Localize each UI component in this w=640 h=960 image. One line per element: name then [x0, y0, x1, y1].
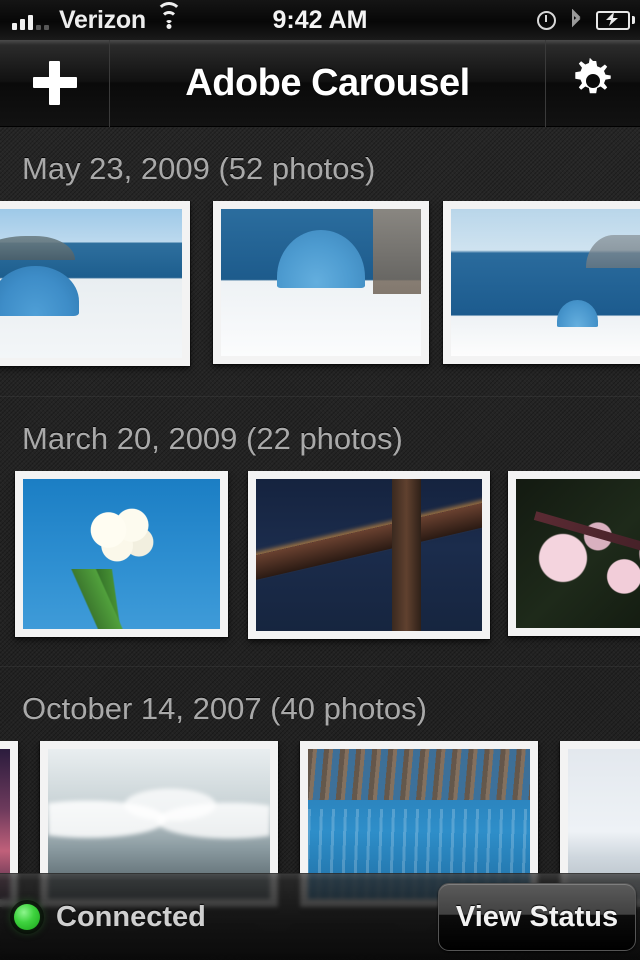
settings-button[interactable]: [545, 39, 640, 127]
photo-group: March 20, 2009 (22 photos): [0, 396, 640, 666]
photo-thumbnail[interactable]: [248, 471, 490, 639]
gear-icon: [570, 57, 616, 109]
plumeria-flower-image: [23, 479, 220, 629]
santorini-dome-close-image: [221, 209, 421, 356]
photo-thumbnail[interactable]: [15, 471, 228, 637]
bottom-toolbar: Connected View Status: [0, 873, 640, 960]
photo-group: May 23, 2009 (52 photos): [0, 127, 640, 396]
alarm-clock-icon: [537, 10, 556, 30]
wifi-icon: [155, 2, 182, 30]
plus-icon: [32, 61, 77, 105]
photo-thumbnail[interactable]: [0, 201, 190, 366]
status-bar-left: Verizon: [0, 2, 182, 35]
battery-charging-icon: [596, 10, 635, 30]
photo-group-header: March 20, 2009 (22 photos): [22, 421, 403, 456]
page-title: Adobe Carousel: [185, 62, 470, 104]
status-bar: Verizon 9:42 AM: [0, 0, 640, 40]
add-button[interactable]: [0, 39, 110, 127]
photo-thumbnail[interactable]: [443, 201, 640, 364]
photo-strip[interactable]: [0, 471, 640, 666]
santorini-domes-wide-image: [0, 209, 182, 358]
cherry-blossoms-image: [516, 479, 640, 628]
photo-thumbnail[interactable]: [213, 201, 429, 364]
status-led-icon: [14, 904, 40, 930]
carrier-label: Verizon: [59, 5, 146, 34]
photo-group-header: October 14, 2007 (40 photos): [22, 691, 427, 726]
navigation-bar: Adobe Carousel: [0, 39, 640, 127]
app-root: Verizon 9:42 AM Adobe Carousel May 23, 2…: [0, 0, 640, 960]
photo-thumbnail[interactable]: [508, 471, 640, 636]
status-bar-right: [537, 0, 635, 40]
clock-time: 9:42 AM: [272, 5, 368, 34]
photo-strip[interactable]: [0, 201, 640, 396]
signal-bars-icon: [12, 10, 49, 30]
santorini-caldera-view-image: [451, 209, 640, 356]
view-status-button[interactable]: View Status: [438, 883, 636, 951]
photo-collection-list[interactable]: May 23, 2009 (52 photos) March 20, 2009 (…: [0, 127, 640, 960]
bluetooth-icon: [569, 9, 583, 31]
bay-bridge-dusk-image: [256, 479, 482, 631]
connection-status-label: Connected: [56, 900, 206, 933]
photo-group-header: May 23, 2009 (52 photos): [22, 151, 376, 186]
connection-status: Connected: [0, 901, 206, 934]
